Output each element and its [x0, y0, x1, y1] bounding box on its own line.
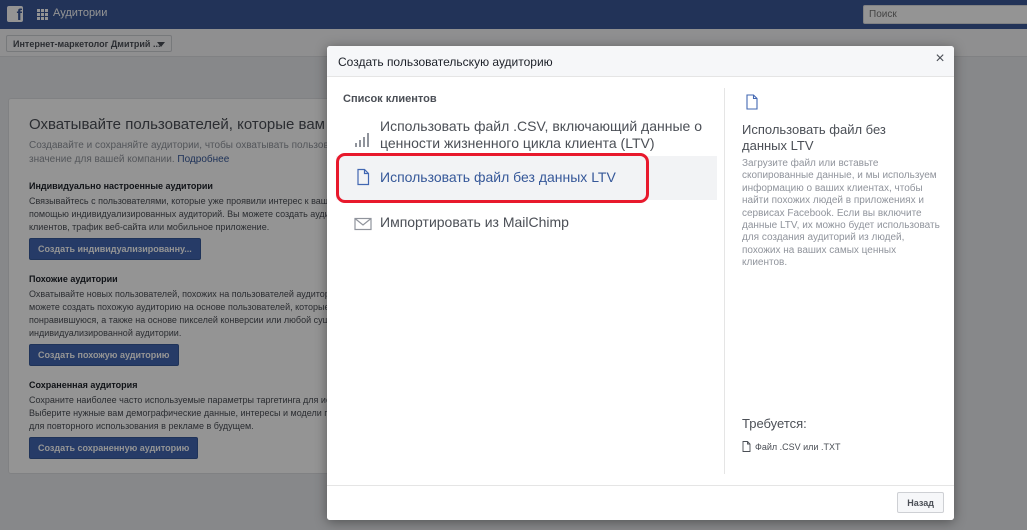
dialog-header: Создать пользовательскую аудиторию ×	[327, 46, 954, 77]
detail-description: Загрузите файл или вставьте скопированны…	[742, 158, 940, 269]
file-icon	[746, 94, 758, 110]
back-button[interactable]: Назад	[897, 492, 944, 513]
option-csv-with-ltv[interactable]: Использовать файл .CSV, включающий данны…	[336, 115, 717, 155]
create-custom-audience-dialog: Создать пользовательскую аудиторию × Спи…	[327, 46, 954, 520]
requirements-title: Требуется:	[742, 416, 807, 431]
option-import-mailchimp[interactable]: Импортировать из MailChimp	[336, 207, 717, 237]
detail-title: Использовать файл без данных LTV	[742, 122, 886, 153]
option-file-without-ltv[interactable]: Использовать файл без данных LTV	[336, 156, 717, 200]
dialog-footer: Назад	[327, 485, 954, 520]
requirement-item: Файл .CSV или .TXT	[742, 441, 840, 452]
options-column: Список клиентов Использовать файл .CSV, …	[327, 77, 725, 485]
file-icon	[742, 441, 751, 452]
column-divider	[724, 88, 725, 474]
file-icon	[357, 168, 370, 186]
option-label: Использовать файл без данных LTV	[380, 169, 616, 185]
option-label: Импортировать из MailChimp	[380, 214, 569, 230]
details-column: Использовать файл без данных LTV Загрузи…	[742, 77, 942, 485]
bar-chart-icon	[355, 133, 369, 147]
customer-list-label: Список клиентов	[343, 93, 437, 105]
close-icon[interactable]: ×	[933, 51, 947, 67]
option-label: Использовать файл .CSV, включающий данны…	[380, 118, 702, 151]
envelope-icon	[354, 217, 372, 231]
dialog-title: Создать пользовательскую аудиторию	[338, 55, 553, 69]
